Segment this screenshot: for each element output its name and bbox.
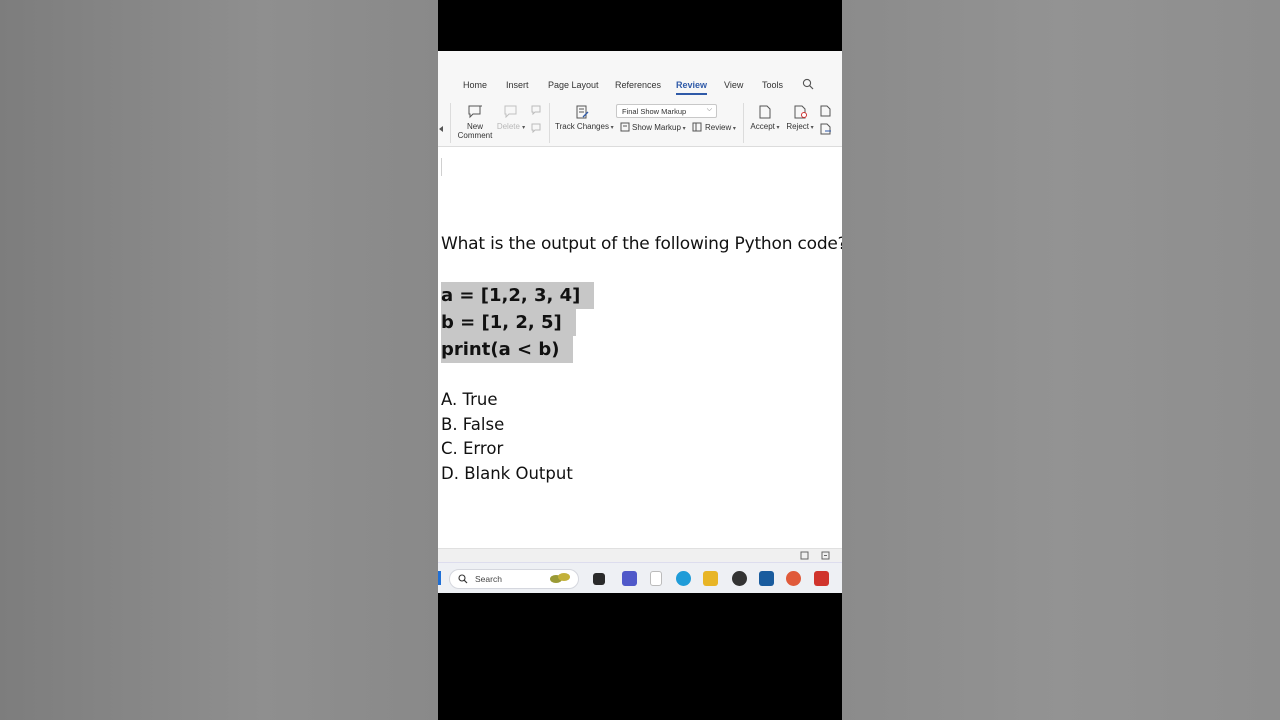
search-icon[interactable]: [802, 78, 814, 90]
review-pane-icon: [692, 122, 702, 132]
markup-mode-value: Final Show Markup: [622, 107, 687, 116]
delete-comment-icon: [504, 105, 517, 118]
blurred-background-right: [842, 0, 1280, 720]
notepad-icon[interactable]: [650, 571, 662, 586]
option-a: A. True: [441, 390, 498, 409]
word-processor-window: Home Insert Page Layout References Revie…: [438, 51, 842, 593]
new-comment-label-2: Comment: [457, 131, 493, 140]
ribbon-toolbar: New Comment Delete ▾ Track Changes ▾ Fin…: [438, 97, 842, 147]
chevron-down-icon: ▾: [680, 126, 686, 132]
chevron-down-icon: ▾: [809, 125, 814, 131]
code-line: print(a < b): [441, 336, 574, 363]
chevron-down-icon: ⌵: [706, 106, 712, 113]
text-cursor: [441, 158, 442, 176]
wps-writer-icon[interactable]: [814, 571, 829, 586]
ribbon-tab-bar: Home Insert Page Layout References Revie…: [438, 51, 842, 97]
file-explorer-icon[interactable]: [703, 571, 718, 586]
option-d: D. Blank Output: [441, 464, 573, 483]
document-page[interactable]: What is the output of the following Pyth…: [438, 148, 842, 548]
status-bar: [438, 548, 842, 562]
option-b: B. False: [441, 415, 505, 434]
reject-button[interactable]: Reject ▾: [784, 105, 816, 135]
next-comment-icon[interactable]: [531, 123, 542, 133]
track-changes-icon: [576, 105, 589, 119]
delete-comment-button[interactable]: Delete ▾: [494, 105, 528, 135]
paint-icon[interactable]: [786, 571, 801, 586]
code-line: b = [1, 2, 5]: [441, 309, 576, 336]
new-comment-icon: [468, 105, 482, 119]
code-line: a = [1,2, 3, 4]: [441, 282, 595, 309]
chevron-down-icon: ▾: [522, 125, 526, 131]
previous-comment-icon[interactable]: [531, 105, 542, 115]
scroll-left-icon[interactable]: [438, 125, 444, 133]
markup-mode-select[interactable]: Final Show Markup ⌵: [616, 104, 717, 118]
teams-icon[interactable]: [622, 571, 637, 586]
toolbar-divider: [549, 103, 550, 143]
new-comment-button[interactable]: New Comment: [455, 105, 495, 145]
task-view-icon[interactable]: [593, 573, 605, 585]
show-markup-icon: [620, 122, 630, 132]
track-changes-label: Track Changes: [555, 122, 609, 131]
accept-button[interactable]: Accept ▾: [748, 105, 782, 135]
taskbar: Search: [438, 562, 842, 593]
accept-icon: [759, 105, 771, 119]
tab-insert[interactable]: Insert: [506, 80, 529, 90]
page-view-icon[interactable]: [800, 551, 809, 560]
toolbar-divider: [450, 103, 451, 143]
store-icon[interactable]: [759, 571, 774, 586]
reject-icon: [794, 105, 807, 119]
chevron-down-icon: ▾: [608, 125, 614, 131]
chevron-down-icon: ▾: [774, 125, 780, 131]
web-view-icon[interactable]: [821, 551, 830, 560]
search-highlight-icon: [550, 573, 570, 583]
show-markup-label: Show Markup: [632, 123, 681, 132]
start-button-edge[interactable]: [438, 571, 441, 585]
tab-references[interactable]: References: [615, 80, 661, 90]
obs-icon[interactable]: [732, 571, 747, 586]
tab-page-layout[interactable]: Page Layout: [548, 80, 599, 90]
video-frame: Home Insert Page Layout References Revie…: [438, 0, 842, 720]
blurred-background-left: [0, 0, 438, 720]
tab-tools[interactable]: Tools: [762, 80, 783, 90]
tab-view[interactable]: View: [724, 80, 743, 90]
review-label: Review: [705, 123, 732, 132]
question-text: What is the output of the following Pyth…: [441, 234, 842, 254]
accept-label: Accept: [750, 122, 775, 131]
search-icon: [458, 574, 468, 584]
tab-review[interactable]: Review: [676, 80, 708, 95]
taskbar-search-placeholder: Search: [475, 574, 502, 584]
edge-browser-icon[interactable]: [676, 571, 691, 586]
chevron-down-icon: ▾: [731, 126, 736, 132]
option-c: C. Error: [441, 439, 504, 458]
review-pane-button[interactable]: Review ▾: [692, 122, 738, 134]
reject-label: Reject: [786, 122, 809, 131]
taskbar-search-box[interactable]: Search: [449, 569, 579, 589]
next-change-icon[interactable]: [820, 123, 832, 135]
previous-change-icon[interactable]: [820, 105, 832, 117]
show-markup-button[interactable]: Show Markup ▾: [620, 122, 686, 134]
track-changes-button[interactable]: Track Changes ▾: [555, 105, 614, 135]
tab-home[interactable]: Home: [463, 80, 487, 90]
toolbar-divider: [743, 103, 744, 143]
delete-label: Delete: [496, 122, 520, 131]
